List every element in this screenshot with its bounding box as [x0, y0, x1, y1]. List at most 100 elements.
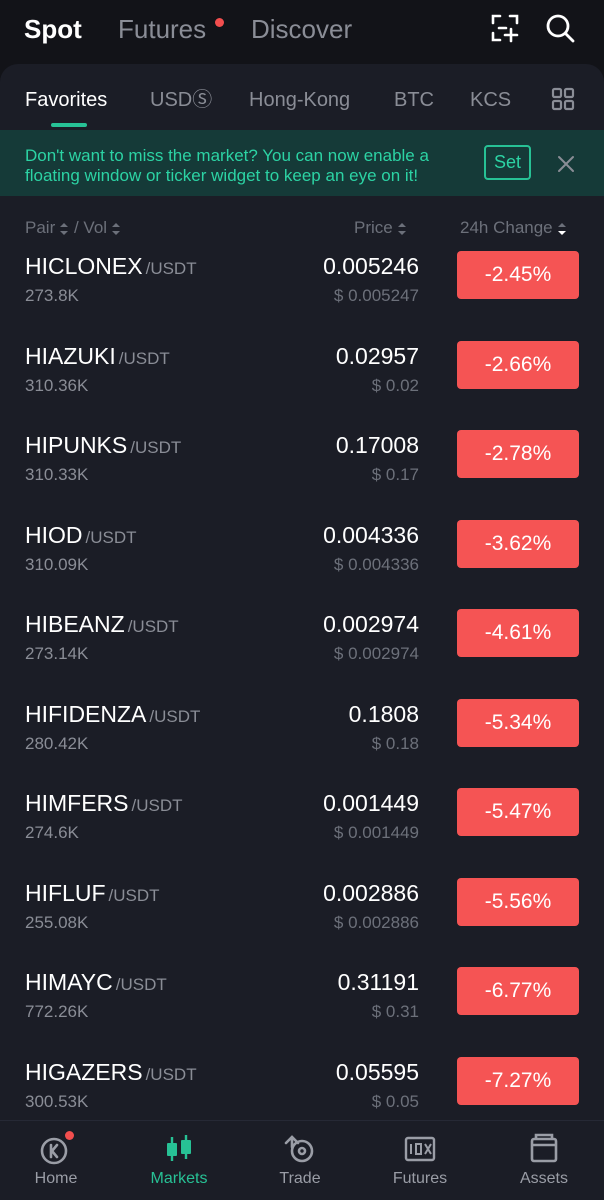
price-usd: $ 0.31 — [371, 1002, 419, 1021]
price-usd: $ 0.004336 — [333, 555, 419, 574]
table-row[interactable]: HIPUNKS/USDT 310.33K 0.17008 $ 0.17 -2.7… — [0, 430, 604, 520]
last-price: 0.002886 — [323, 880, 419, 906]
top-header: Spot Futures Discover — [0, 0, 604, 62]
pair-name: HIMFERS/USDT — [25, 790, 183, 816]
price-usd: $ 0.001449 — [333, 823, 419, 842]
change-badge[interactable]: -2.78% — [457, 430, 579, 478]
tab-futures[interactable]: Futures — [118, 12, 206, 46]
candlestick-icon — [161, 1131, 197, 1167]
price-usd: $ 0.005247 — [333, 286, 419, 305]
tab-spot[interactable]: Spot — [24, 12, 82, 46]
nav-assets[interactable]: Assets — [484, 1121, 604, 1200]
change-badge[interactable]: -2.66% — [457, 341, 579, 389]
bottom-nav: Home Markets Trade Futures Assets — [0, 1120, 604, 1200]
widget-promo-banner: Don't want to miss the market? You can n… — [0, 130, 604, 196]
pair-name: HIFIDENZA/USDT — [25, 701, 201, 727]
change-badge[interactable]: -3.62% — [457, 520, 579, 568]
last-price: 0.02957 — [335, 343, 419, 369]
column-vol-label: / Vol — [73, 218, 108, 237]
change-badge[interactable]: -4.61% — [457, 609, 579, 657]
pair-name: HIFLUF/USDT — [25, 880, 160, 906]
tab-hong-kong[interactable]: Hong-Kong — [249, 87, 350, 113]
column-price-label: Price — [354, 218, 393, 237]
table-row[interactable]: HIAZUKI/USDT 310.36K 0.02957 $ 0.02 -2.6… — [0, 341, 604, 431]
scan-add-icon[interactable] — [488, 11, 522, 45]
close-icon[interactable] — [557, 155, 575, 173]
tab-usds[interactable]: USDⓈ — [150, 87, 212, 113]
volume: 255.08K — [25, 913, 89, 932]
quote-currency: /USDT — [115, 975, 167, 994]
last-price: 0.004336 — [323, 522, 419, 548]
grid-menu-icon[interactable] — [550, 86, 576, 112]
quote-currency: /USDT — [130, 438, 182, 457]
quote-currency: /USDT — [127, 617, 179, 636]
last-price: 0.005246 — [323, 253, 419, 279]
change-badge[interactable]: -2.45% — [457, 251, 579, 299]
table-row[interactable]: HICLONEX/USDT 273.8K 0.005246 $ 0.005247… — [0, 251, 604, 341]
quote-currency: /USDT — [85, 528, 137, 547]
tab-favorites[interactable]: Favorites — [25, 87, 107, 113]
column-header-price[interactable]: Price — [354, 217, 407, 239]
sort-arrows-icon — [112, 222, 121, 235]
change-badge[interactable]: -5.56% — [457, 878, 579, 926]
trade-swap-icon — [282, 1131, 318, 1167]
last-price: 0.31191 — [337, 969, 419, 995]
nav-home[interactable]: Home — [0, 1121, 116, 1200]
change-badge[interactable]: -5.34% — [457, 699, 579, 747]
change-badge[interactable]: -6.77% — [457, 967, 579, 1015]
sort-arrows-icon — [60, 222, 69, 235]
nav-futures[interactable]: Futures — [360, 1121, 480, 1200]
home-notification-dot — [65, 1131, 74, 1140]
volume: 310.33K — [25, 465, 89, 484]
column-header-24h-change[interactable]: 24h Change — [460, 217, 567, 239]
last-price: 0.1808 — [348, 701, 419, 727]
tab-kcs[interactable]: KCS — [470, 87, 511, 113]
active-tab-indicator — [51, 123, 87, 127]
price-usd: $ 0.05 — [371, 1092, 419, 1111]
change-badge[interactable]: -7.27% — [457, 1057, 579, 1105]
price-usd: $ 0.18 — [371, 734, 419, 753]
quote-currency: /USDT — [149, 707, 201, 726]
wallet-icon — [526, 1131, 562, 1167]
table-row[interactable]: HIFLUF/USDT 255.08K 0.002886 $ 0.002886 … — [0, 878, 604, 968]
volume: 280.42K — [25, 734, 89, 753]
quote-currency: /USDT — [118, 349, 170, 368]
nav-trade[interactable]: Trade — [240, 1121, 360, 1200]
futures-100x-icon — [402, 1131, 438, 1167]
nav-assets-label: Assets — [519, 1170, 568, 1187]
nav-trade-label: Trade — [279, 1170, 321, 1187]
price-usd: $ 0.002974 — [333, 644, 419, 663]
pair-name: HIAZUKI/USDT — [25, 343, 170, 369]
price-usd: $ 0.02 — [371, 376, 419, 395]
price-usd: $ 0.002886 — [333, 913, 419, 932]
sort-desc-active-icon — [557, 222, 566, 235]
last-price: 0.05595 — [335, 1059, 419, 1085]
pair-name: HICLONEX/USDT — [25, 253, 197, 279]
pair-name: HIGAZERS/USDT — [25, 1059, 197, 1085]
change-badge[interactable]: -5.47% — [457, 788, 579, 836]
table-row[interactable]: HIFIDENZA/USDT 280.42K 0.1808 $ 0.18 -5.… — [0, 699, 604, 789]
column-change-label: 24h Change — [460, 218, 553, 237]
last-price: 0.001449 — [323, 790, 419, 816]
sort-arrows-icon — [397, 222, 406, 235]
search-icon[interactable] — [543, 11, 577, 45]
tab-discover[interactable]: Discover — [251, 12, 352, 46]
tab-btc[interactable]: BTC — [394, 87, 434, 113]
set-button[interactable]: Set — [484, 145, 531, 180]
column-header-pair-vol[interactable]: Pair / Vol — [25, 217, 121, 239]
table-row[interactable]: HIOD/USDT 310.09K 0.004336 $ 0.004336 -3… — [0, 520, 604, 610]
nav-futures-label: Futures — [392, 1170, 448, 1187]
table-row[interactable]: HIMFERS/USDT 274.6K 0.001449 $ 0.001449 … — [0, 788, 604, 878]
pair-name: HIMAYC/USDT — [25, 969, 167, 995]
quote-currency: /USDT — [145, 1065, 197, 1084]
nav-markets-label: Markets — [150, 1170, 208, 1187]
pair-name: HIBEANZ/USDT — [25, 611, 179, 637]
futures-notification-dot — [215, 18, 224, 27]
pair-name: HIOD/USDT — [25, 522, 137, 548]
table-row[interactable]: HIBEANZ/USDT 273.14K 0.002974 $ 0.002974… — [0, 609, 604, 699]
volume: 310.09K — [25, 555, 89, 574]
volume: 273.8K — [25, 286, 79, 305]
volume: 273.14K — [25, 644, 89, 663]
table-row[interactable]: HIMAYC/USDT 772.26K 0.31191 $ 0.31 -6.77… — [0, 967, 604, 1057]
nav-markets[interactable]: Markets — [119, 1121, 239, 1200]
